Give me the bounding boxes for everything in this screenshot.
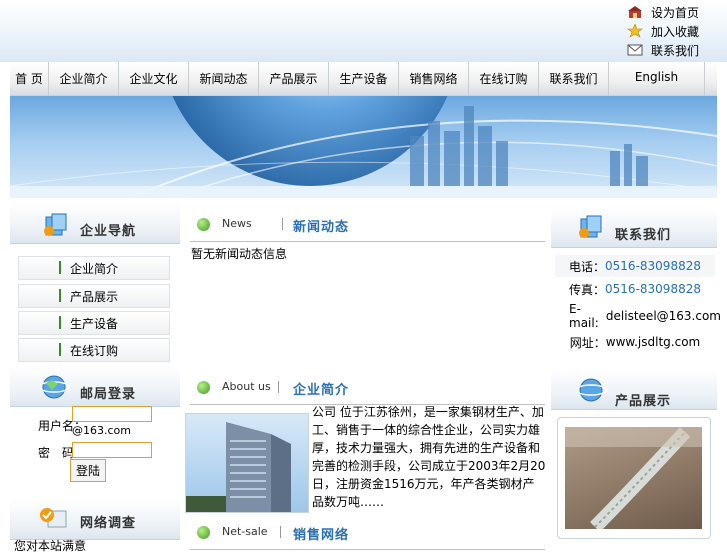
news-cn-title: 新闻动态: [293, 220, 350, 235]
quick-link-label: 加入收藏: [651, 24, 700, 39]
nav-item-culture[interactable]: 企业文化: [119, 62, 189, 95]
page-header: [0, 0, 727, 62]
contact-label: E-mail:: [569, 302, 599, 330]
quick-link-favorite[interactable]: 加入收藏: [627, 22, 722, 40]
left-column: 企业导航 企业简介 产品展示 生产设备 在线订购 邮局登录 用户名： @163.…: [10, 203, 180, 553]
green-bullet-icon: [197, 218, 210, 231]
nav-item-about[interactable]: 企业简介: [49, 62, 119, 95]
hero-banner: [10, 96, 717, 198]
products-title: 产品展示: [615, 394, 672, 409]
green-bullet-icon: [197, 381, 210, 394]
quick-link-contact[interactable]: 联系我们: [627, 41, 722, 59]
bullet-bar: [59, 316, 61, 329]
about-cn-title: 企业简介: [293, 383, 350, 398]
middle-column: News 新闻动态 暂无新闻动态信息 About us 企业简介 公司 位于江苏…: [185, 203, 547, 550]
globe-icon: [575, 377, 609, 406]
about-en-title: About us: [222, 380, 271, 393]
nav-item-sales[interactable]: 销售网络: [399, 62, 469, 95]
side-link-order[interactable]: 在线订购: [18, 338, 170, 362]
netsale-en-title: Net-sale: [222, 525, 268, 538]
username-input[interactable]: [72, 406, 152, 422]
about-header: About us 企业简介: [190, 374, 545, 405]
bullet-bar: [59, 343, 61, 356]
side-link-label: 企业简介: [69, 261, 118, 276]
contact-value[interactable]: 0516-83098828: [605, 282, 701, 296]
nav-item-contact[interactable]: 联系我们: [539, 62, 609, 95]
side-link-label: 生产设备: [69, 316, 118, 331]
divider: [282, 218, 283, 230]
mail-login-header: 邮局登录: [10, 366, 180, 407]
nav-item-order[interactable]: 在线订购: [469, 62, 539, 95]
contact-fax: 传真： 0516-83098828: [555, 278, 715, 300]
right-column: 联系我们 电话： 0516-83098828 传真： 0516-83098828 E…: [551, 203, 721, 545]
news-header: News 新闻动态: [190, 211, 545, 242]
side-link-label: 在线订购: [69, 343, 118, 358]
nav-item-products[interactable]: 产品展示: [259, 62, 329, 95]
netsale-header: Net-sale 销售网络: [190, 519, 545, 550]
news-empty-text: 暂无新闻动态信息: [191, 247, 288, 261]
nav-item-english[interactable]: English: [609, 62, 705, 95]
quick-link-label: 联系我们: [651, 43, 700, 58]
globe-icon: [38, 374, 72, 403]
side-link-about[interactable]: 企业简介: [18, 256, 170, 280]
contact-email: E-mail: delisteel@163.com: [559, 302, 721, 330]
main-nav: 首 页 企业简介 企业文化 新闻动态 产品展示 生产设备 销售网络 在线订购 联…: [10, 62, 717, 97]
green-bullet-icon: [197, 526, 210, 539]
mail-icon: [627, 43, 643, 57]
survey-header: 网络调查: [10, 499, 180, 540]
divider: [280, 526, 281, 538]
product-image[interactable]: [565, 427, 702, 529]
survey-title: 网络调查: [80, 516, 137, 531]
bullet-bar: [59, 261, 61, 274]
contact-value[interactable]: www.jsdltg.com: [606, 335, 700, 349]
mail-login-title: 邮局登录: [80, 387, 137, 402]
survey-icon: [38, 505, 70, 534]
password-input[interactable]: [72, 442, 152, 458]
netsale-cn-title: 销售网络: [293, 528, 350, 543]
nav-item-equipment[interactable]: 生产设备: [329, 62, 399, 95]
contact-header: 联系我们: [551, 207, 717, 248]
survey-question: 您对本站满意: [14, 539, 87, 553]
about-text: 公司 位于江苏徐州，是一家集钢材生产、加工、销售于一体的综合性企业，公司实力雄厚…: [312, 405, 546, 509]
contact-value[interactable]: 0516-83098828: [605, 259, 701, 273]
side-link-label: 产品展示: [69, 289, 118, 304]
contact-value[interactable]: delisteel@163.com: [606, 309, 721, 323]
side-link-equipment[interactable]: 生产设备: [18, 311, 170, 335]
star-icon: [627, 23, 643, 38]
contact-phone: 电话： 0516-83098828: [555, 255, 715, 277]
side-link-products[interactable]: 产品展示: [18, 284, 170, 308]
news-en-title: News: [222, 217, 252, 230]
divider: [278, 381, 279, 393]
contact-label: 网址：: [569, 335, 606, 350]
quick-link-label: 设为首页: [651, 5, 700, 20]
home-icon: [627, 5, 643, 19]
product-frame: [557, 417, 711, 539]
folder-icon: [577, 215, 605, 242]
mail-domain: @163.com: [72, 424, 131, 437]
folder-icon: [42, 213, 70, 240]
nav-item-news[interactable]: 新闻动态: [189, 62, 259, 95]
quick-link-home[interactable]: 设为首页: [627, 3, 722, 21]
left-nav-title: 企业导航: [80, 224, 137, 239]
nav-item-home[interactable]: 首 页: [10, 62, 49, 95]
globe-city-graphic: [10, 96, 717, 198]
office-building-image: [185, 413, 309, 513]
products-header: 产品展示: [551, 369, 717, 410]
login-button[interactable]: 登陆: [70, 459, 106, 482]
contact-website: 网址： www.jsdltg.com: [555, 331, 715, 353]
left-nav-header: 企业导航: [10, 203, 180, 244]
bullet-bar: [59, 289, 61, 302]
contact-title: 联系我们: [615, 228, 672, 243]
contact-label: 电话：: [569, 259, 606, 274]
contact-label: 传真：: [569, 282, 606, 297]
